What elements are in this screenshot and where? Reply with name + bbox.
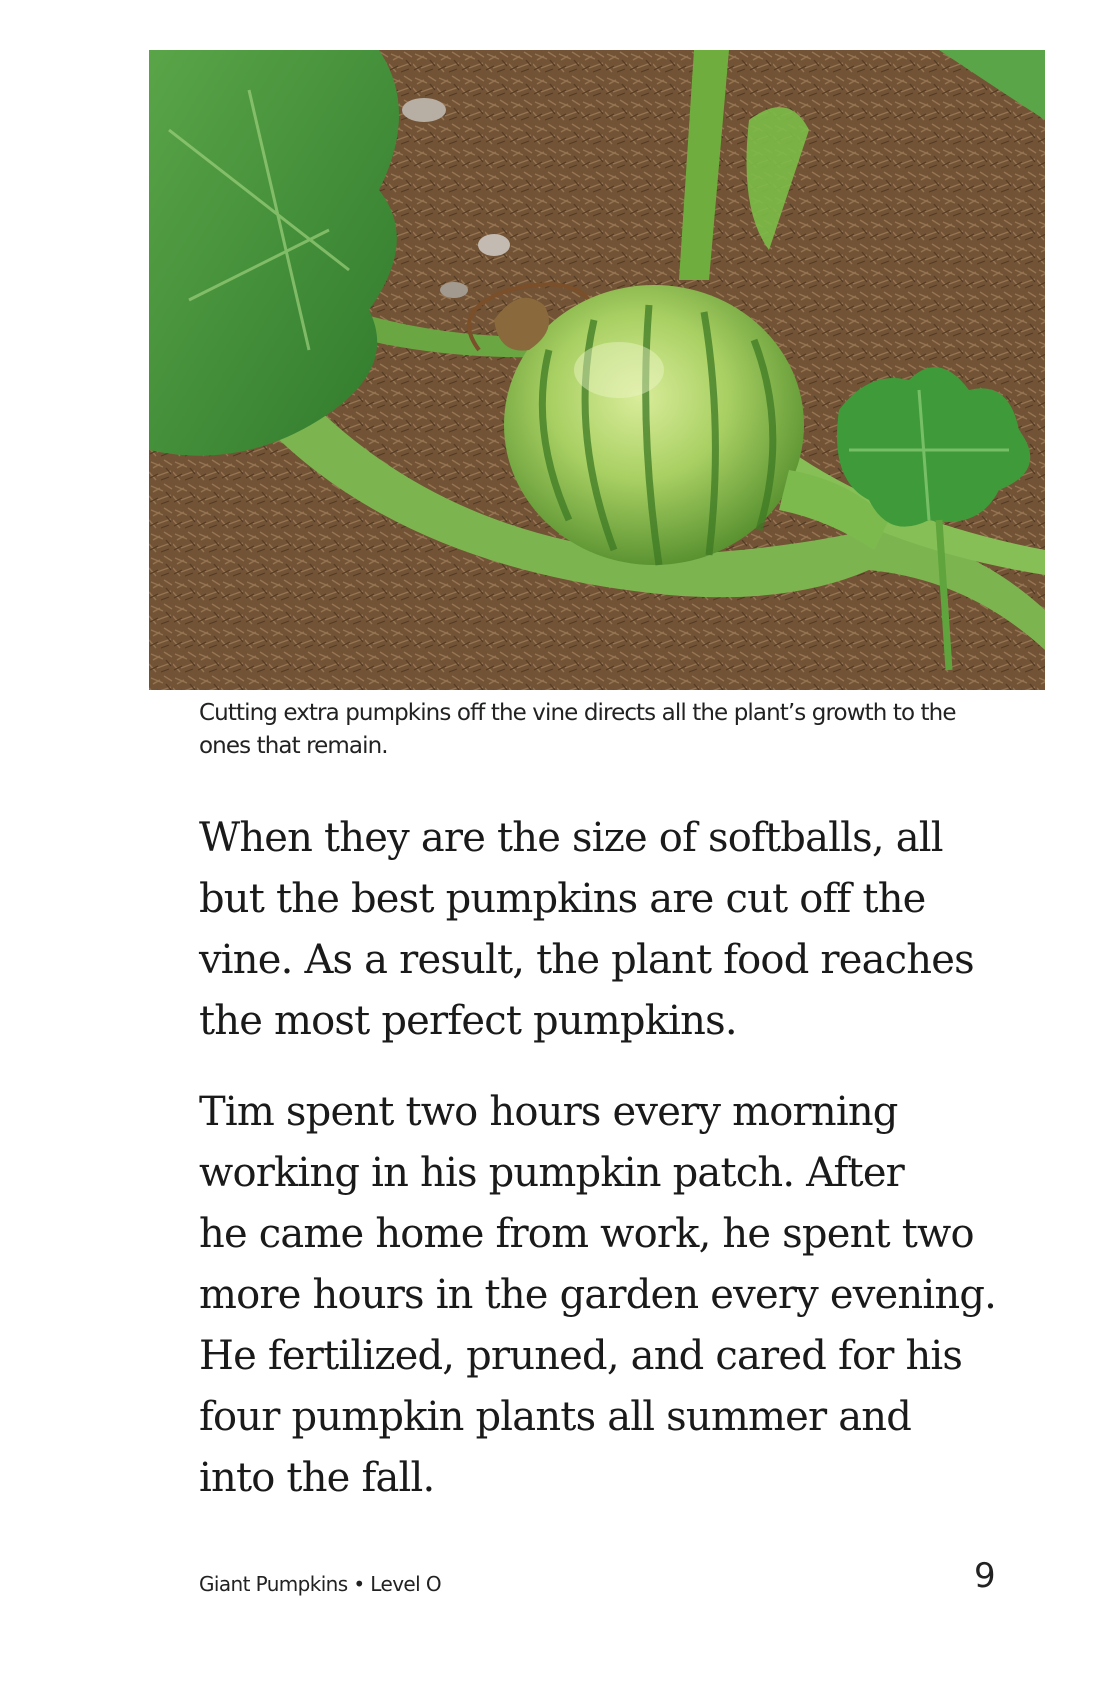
text-line: he came home from work, he spent two xyxy=(199,1211,975,1257)
pumpkin-photo-illustration xyxy=(149,50,1045,690)
text-line: working in his pumpkin patch. After xyxy=(199,1150,905,1196)
text-line: but the best pumpkins are cut off the xyxy=(199,876,926,922)
text-line: four pumpkin plants all summer and xyxy=(199,1394,912,1440)
text-line: vine. As a result, the plant food reache… xyxy=(199,937,975,983)
paragraph-tim: Tim spent two hours every morning workin… xyxy=(199,1082,1039,1509)
text-line: He fertilized, pruned, and cared for his xyxy=(199,1333,963,1379)
caption-line: ones that remain. xyxy=(199,733,389,759)
text-line: When they are the size of softballs, all xyxy=(199,815,944,861)
footer-book-title: Giant Pumpkins • Level O xyxy=(199,1572,442,1596)
paragraph-softballs: When they are the size of softballs, all… xyxy=(199,808,1039,1052)
text-line: the most perfect pumpkins. xyxy=(199,998,738,1044)
text-line: into the fall. xyxy=(199,1455,435,1501)
page-number: 9 xyxy=(974,1556,996,1596)
caption-line: Cutting extra pumpkins off the vine dire… xyxy=(199,700,956,726)
text-line: Tim spent two hours every morning xyxy=(199,1089,898,1135)
text-line: more hours in the garden every evening. xyxy=(199,1272,997,1318)
pumpkin-photo xyxy=(149,50,1045,690)
photo-caption: Cutting extra pumpkins off the vine dire… xyxy=(199,697,999,763)
